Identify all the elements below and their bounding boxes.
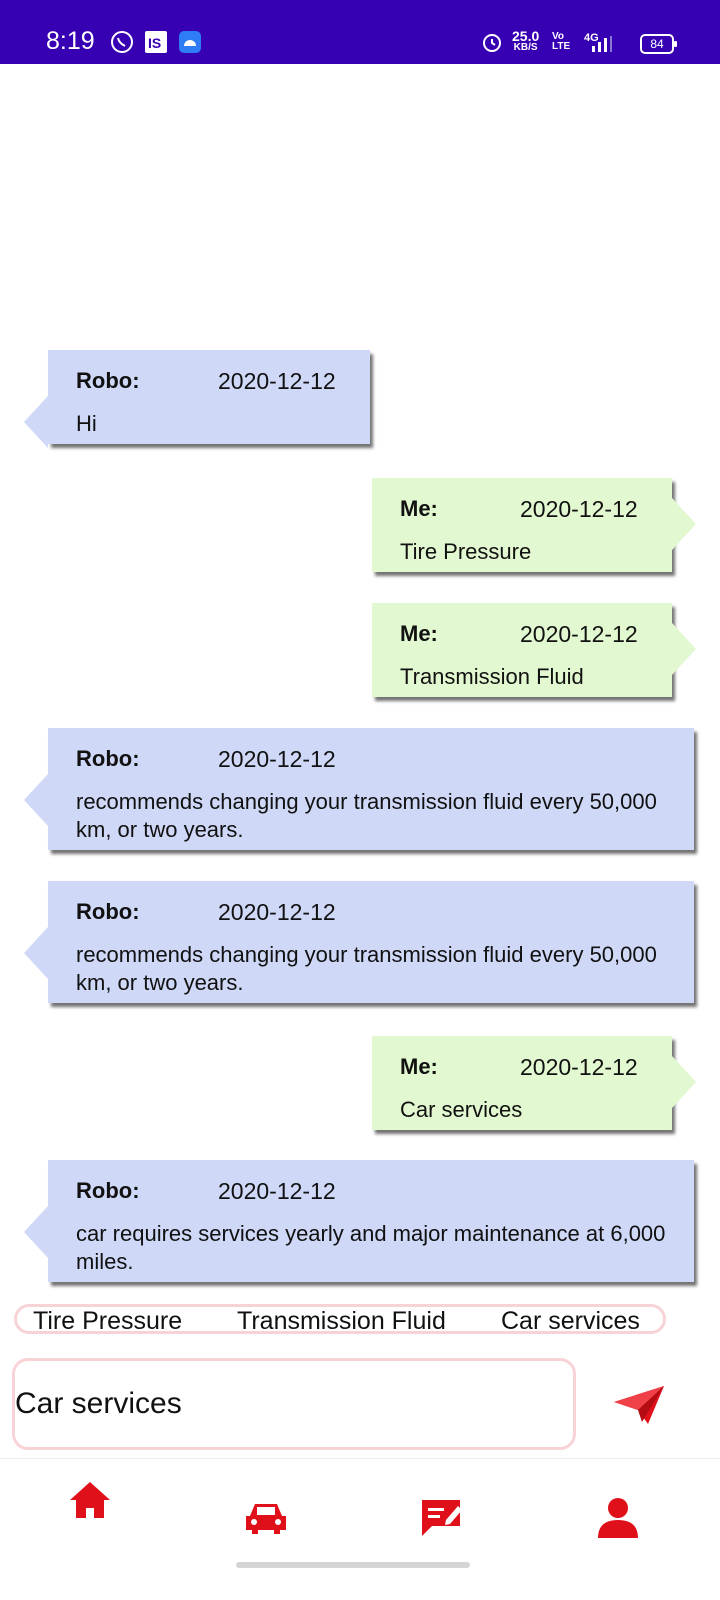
message-sender: Robo: xyxy=(76,746,140,771)
quick-reply-car-services[interactable]: Car services xyxy=(501,1307,640,1335)
status-bar: 8:19 IS 25.0 KB/S Vo LTE 4G 84 xyxy=(0,0,720,64)
net-speed: 25.0 xyxy=(512,28,540,44)
message-sender: Robo: xyxy=(76,368,140,393)
paper-plane-icon[interactable] xyxy=(612,1384,666,1428)
alarm-icon xyxy=(483,34,501,52)
message-bubble: Me: 2020-12-12 Transmission Fluid xyxy=(372,603,696,697)
profile-icon[interactable] xyxy=(594,1494,642,1542)
message-date: 2020-12-12 xyxy=(520,496,638,522)
message-date: 2020-12-12 xyxy=(218,1178,336,1204)
message-bubble: Robo: 2020-12-12 Hi xyxy=(24,350,370,448)
battery-indicator: 84 xyxy=(640,34,677,54)
quick-replies-bar: Tire Pressure Transmission Fluid Car ser… xyxy=(14,1304,666,1335)
message-sender: Me: xyxy=(400,621,438,646)
gesture-home-bar[interactable] xyxy=(236,1562,470,1568)
android-icon xyxy=(179,31,201,53)
net-unit: KB/S xyxy=(513,42,538,53)
message-bubble: Robo: 2020-12-12 car requires services y… xyxy=(24,1160,694,1282)
volte-label: Vo LTE xyxy=(552,31,571,52)
message-text: recommends changing your transmission fl… xyxy=(76,942,657,995)
message-bubble: Me: 2020-12-12 Tire Pressure xyxy=(372,478,696,572)
signal-icon xyxy=(592,36,612,52)
message-text: Car services xyxy=(400,1097,523,1122)
status-time: 8:19 xyxy=(46,27,95,55)
bubble-tail xyxy=(24,774,48,826)
message-bubble: Robo: 2020-12-12 recommends changing you… xyxy=(24,728,694,850)
home-icon[interactable] xyxy=(66,1478,114,1526)
bubble-tail xyxy=(24,396,48,448)
message-text: Hi xyxy=(76,411,97,436)
message-bubble: Robo: 2020-12-12 recommends changing you… xyxy=(24,881,694,1003)
quick-reply-tire-pressure[interactable]: Tire Pressure xyxy=(33,1307,182,1335)
message-bubble: Me: 2020-12-12 Car services xyxy=(372,1036,696,1130)
message-date: 2020-12-12 xyxy=(520,621,638,647)
message-date: 2020-12-12 xyxy=(218,368,336,394)
message-text: recommends changing your transmission fl… xyxy=(76,789,657,842)
message-sender: Me: xyxy=(400,496,438,521)
car-icon[interactable] xyxy=(242,1494,290,1542)
nav-divider xyxy=(0,1458,720,1459)
whatsapp-icon xyxy=(111,31,133,53)
bubble-tail xyxy=(24,1206,48,1258)
bubble-tail xyxy=(24,927,48,979)
message-sender: Robo: xyxy=(76,1178,140,1203)
message-date: 2020-12-12 xyxy=(520,1054,638,1080)
bubble-tail xyxy=(672,1056,696,1108)
message-date: 2020-12-12 xyxy=(218,899,336,925)
svg-text:IS: IS xyxy=(148,35,161,51)
bubble-tail xyxy=(672,623,696,675)
quick-reply-transmission-fluid[interactable]: Transmission Fluid xyxy=(237,1307,446,1335)
message-sender: Me: xyxy=(400,1054,438,1079)
message-text: car requires services yearly and major m… xyxy=(76,1221,666,1274)
message-text: Tire Pressure xyxy=(400,539,532,564)
bubble-tail xyxy=(672,498,696,550)
message-input[interactable]: Car services xyxy=(12,1358,576,1450)
message-text: Transmission Fluid xyxy=(400,664,584,689)
chat-edit-icon[interactable] xyxy=(418,1494,466,1542)
app-is-icon: IS xyxy=(145,31,167,53)
message-sender: Robo: xyxy=(76,899,140,924)
message-date: 2020-12-12 xyxy=(218,746,336,772)
